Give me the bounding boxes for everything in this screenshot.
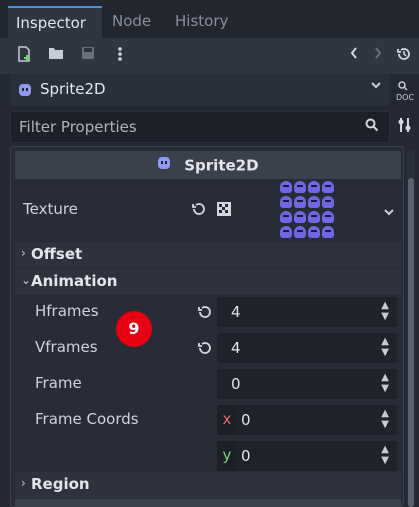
frame-coords-y-axis-label: y bbox=[217, 441, 237, 471]
chevron-down-icon: ⌄ bbox=[21, 273, 32, 287]
search-icon bbox=[365, 118, 379, 136]
spin-arrows-icon[interactable]: ▲ ▼ bbox=[381, 336, 389, 358]
frame-coords-x-value: 0 bbox=[241, 411, 251, 429]
back-arrow-icon[interactable] bbox=[344, 46, 364, 66]
vframes-spinbox[interactable]: 4 ▲ ▼ bbox=[217, 333, 397, 363]
frame-value: 0 bbox=[231, 375, 241, 393]
annotation-badge: 9 bbox=[116, 311, 152, 347]
new-script-icon[interactable] bbox=[14, 46, 34, 66]
inspector-toolbar bbox=[0, 38, 419, 74]
tab-history[interactable]: History bbox=[167, 6, 236, 38]
hframes-value: 4 bbox=[231, 303, 241, 321]
inspector-panel: Sprite2D Texture › Offset ⌄ Animation Hf… bbox=[10, 146, 404, 507]
section-region-label: Region bbox=[31, 475, 90, 493]
open-folder-icon[interactable] bbox=[46, 46, 66, 66]
frame-spinbox[interactable]: 0 ▲ ▼ bbox=[217, 369, 397, 399]
frame-coords-x-spinbox[interactable]: 0 ▲ ▼ bbox=[237, 405, 397, 435]
chevron-right-icon: › bbox=[21, 476, 26, 490]
texture-label: Texture bbox=[23, 200, 78, 218]
frame-label: Frame bbox=[35, 374, 82, 392]
section-offset[interactable]: › Offset bbox=[15, 242, 401, 268]
sprite2d-icon bbox=[157, 152, 171, 180]
filter-properties-field[interactable] bbox=[10, 111, 390, 143]
save-icon[interactable] bbox=[78, 46, 98, 66]
class-header: Sprite2D bbox=[15, 151, 401, 179]
next-class-header bbox=[15, 499, 401, 506]
tab-node[interactable]: Node bbox=[104, 6, 159, 38]
revert-icon[interactable] bbox=[191, 201, 207, 221]
frame-coords-y-value: 0 bbox=[241, 447, 251, 465]
history-icon[interactable] bbox=[394, 46, 414, 66]
chevron-down-icon bbox=[370, 79, 382, 95]
doc-label: DOC bbox=[396, 93, 415, 102]
frame-coords-y-spinbox[interactable]: 0 ▲ ▼ bbox=[237, 441, 397, 471]
object-name: Sprite2D bbox=[40, 80, 106, 98]
hframes-spinbox[interactable]: 4 ▲ ▼ bbox=[217, 297, 397, 327]
section-animation-label: Animation bbox=[31, 272, 118, 290]
section-region[interactable]: › Region bbox=[15, 472, 401, 498]
object-selector[interactable]: Sprite2D bbox=[10, 74, 390, 106]
section-animation[interactable]: ⌄ Animation bbox=[15, 269, 401, 295]
spin-arrows-icon[interactable]: ▲ ▼ bbox=[381, 372, 389, 394]
frame-coords-label: Frame Coords bbox=[35, 410, 139, 428]
more-vertical-icon[interactable] bbox=[110, 46, 130, 66]
scrollbar-thumb[interactable] bbox=[408, 178, 414, 507]
vframes-value: 4 bbox=[231, 339, 241, 357]
spin-arrows-icon[interactable]: ▲ ▼ bbox=[381, 408, 389, 430]
hframes-label: Hframes bbox=[35, 302, 99, 320]
section-offset-label: Offset bbox=[31, 245, 83, 263]
sprite2d-icon bbox=[18, 82, 32, 102]
frame-coords-x-axis-label: x bbox=[217, 405, 237, 435]
texture-preview[interactable] bbox=[280, 181, 334, 241]
chevron-right-icon: › bbox=[21, 246, 26, 260]
class-header-title: Sprite2D bbox=[184, 156, 259, 175]
tab-inspector[interactable]: Inspector bbox=[8, 6, 102, 38]
dock-tab-bar: Inspector Node History bbox=[0, 0, 419, 38]
revert-icon[interactable] bbox=[197, 340, 213, 360]
tools-icon[interactable] bbox=[397, 117, 413, 137]
revert-icon[interactable] bbox=[197, 304, 213, 324]
spin-arrows-icon[interactable]: ▲ ▼ bbox=[381, 300, 389, 322]
vframes-label: Vframes bbox=[35, 338, 98, 356]
chevron-down-icon[interactable] bbox=[383, 203, 395, 222]
forward-arrow-icon[interactable] bbox=[368, 46, 388, 66]
spin-arrows-icon[interactable]: ▲ ▼ bbox=[381, 444, 389, 466]
filter-properties-input[interactable] bbox=[19, 117, 359, 137]
doc-button[interactable]: DOC bbox=[396, 80, 414, 102]
checkerboard-icon[interactable] bbox=[217, 201, 231, 220]
